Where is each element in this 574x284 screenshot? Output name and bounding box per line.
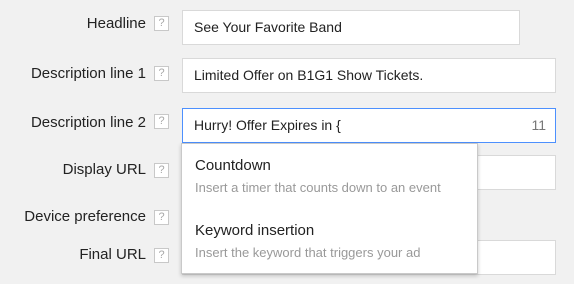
character-counter: 11 bbox=[531, 117, 546, 133]
description-line-2-input[interactable]: Hurry! Offer Expires in { 11 bbox=[182, 108, 556, 143]
dropdown-item-description: Insert a timer that counts down to an ev… bbox=[195, 180, 441, 195]
description-line-1-value: Limited Offer on B1G1 Show Tickets. bbox=[194, 67, 424, 83]
display-url-help-icon[interactable]: ? bbox=[154, 163, 169, 178]
final-url-help-icon[interactable]: ? bbox=[154, 248, 169, 263]
description-line-2-help-icon[interactable]: ? bbox=[154, 114, 169, 129]
final-url-label: Final URL bbox=[79, 246, 146, 263]
device-preference-label: Device preference bbox=[24, 208, 146, 225]
description-line-2-value: Hurry! Offer Expires in { bbox=[194, 117, 341, 133]
description-line-1-help-icon[interactable]: ? bbox=[154, 66, 169, 81]
dropdown-item-description: Insert the keyword that triggers your ad bbox=[195, 245, 421, 260]
ad-text-form: Headline ? See Your Favorite Band Descri… bbox=[0, 0, 574, 284]
dropdown-item-countdown[interactable]: Countdown Insert a timer that counts dow… bbox=[182, 157, 477, 196]
headline-input-value: See Your Favorite Band bbox=[194, 19, 342, 35]
description-line-2-label: Description line 2 bbox=[30, 114, 146, 131]
device-preference-help-icon[interactable]: ? bbox=[154, 210, 169, 225]
description-line-1-label: Description line 1 bbox=[30, 65, 146, 82]
headline-label: Headline bbox=[86, 15, 146, 32]
display-url-label: Display URL bbox=[62, 161, 146, 178]
dropdown-item-title: Keyword insertion bbox=[195, 222, 315, 239]
headline-help-icon[interactable]: ? bbox=[154, 16, 169, 31]
dropdown-item-keyword-insertion[interactable]: Keyword insertion Insert the keyword tha… bbox=[182, 222, 477, 261]
insertion-dropdown: Countdown Insert a timer that counts dow… bbox=[181, 143, 478, 274]
dropdown-item-title: Countdown bbox=[195, 157, 271, 174]
description-line-1-input[interactable]: Limited Offer on B1G1 Show Tickets. bbox=[182, 58, 556, 93]
headline-input[interactable]: See Your Favorite Band bbox=[182, 10, 520, 45]
